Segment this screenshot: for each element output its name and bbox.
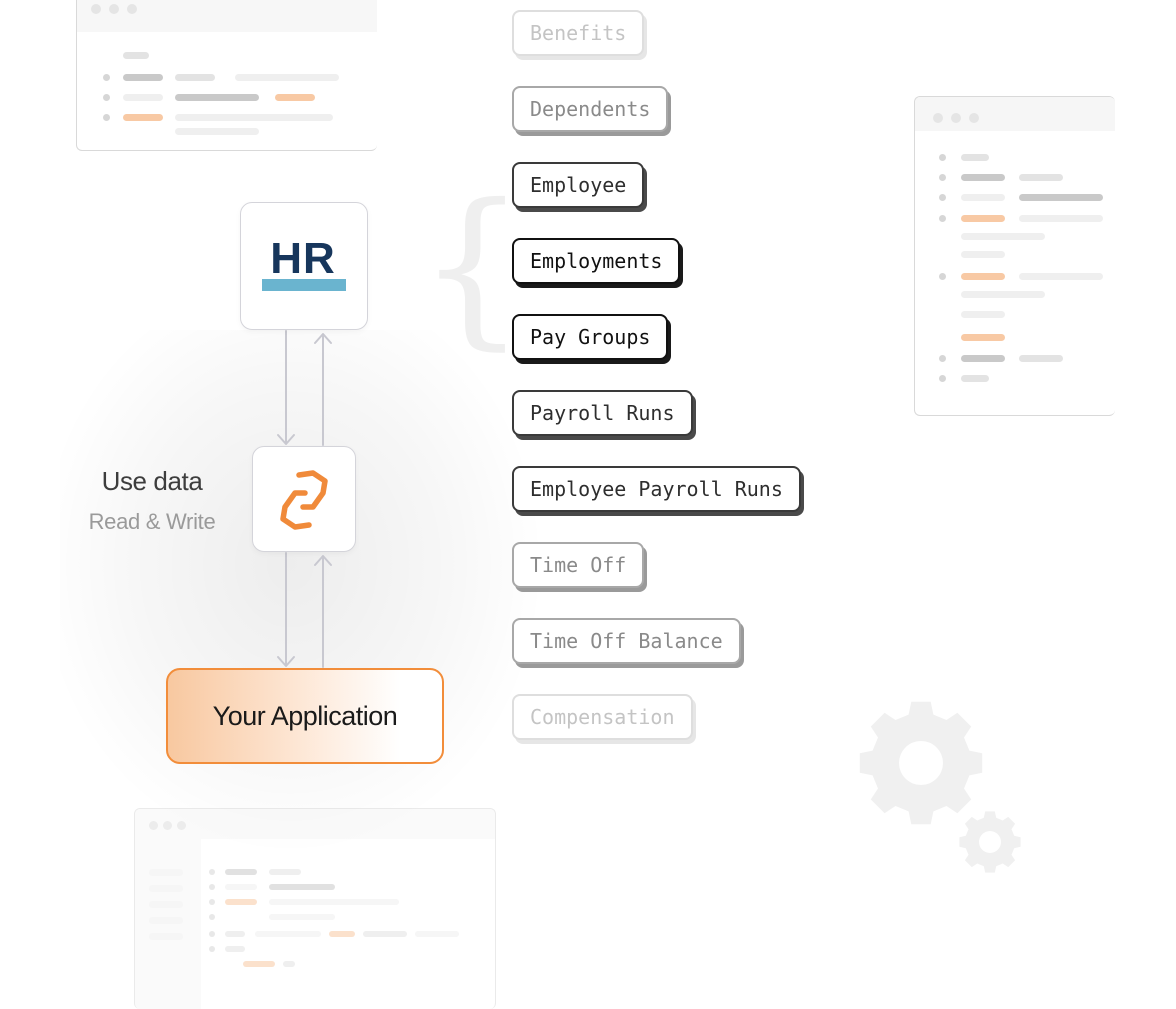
hr-logo-text: HR [270, 234, 336, 283]
gear-icon [859, 701, 1021, 873]
mock-window-bottom [134, 808, 496, 1009]
connector-tile[interactable] [252, 446, 356, 552]
entity-tag[interactable]: Dependents [512, 86, 669, 132]
use-data-title: Use data [101, 466, 203, 496]
entity-tag[interactable]: Employee Payroll Runs [512, 466, 801, 512]
your-application-box[interactable]: Your Application [166, 668, 444, 764]
hr-logo: HR [262, 234, 346, 291]
use-data-subtitle: Read & Write [88, 509, 216, 534]
hr-source-tile[interactable]: HR [240, 202, 368, 330]
your-application-label: Your Application [212, 700, 398, 731]
entity-tag[interactable]: Time Off [512, 542, 645, 588]
entity-tag[interactable]: Time Off Balance [512, 618, 741, 664]
hr-logo-bar [262, 279, 346, 291]
linked-hexagons-icon [280, 470, 328, 530]
entity-tag[interactable]: Employments [512, 238, 681, 284]
mock-window-right [914, 96, 1115, 416]
entity-tag[interactable]: Benefits [512, 10, 645, 56]
curly-brace-decoration: { [418, 168, 527, 366]
entity-tag[interactable]: Employee [512, 162, 645, 208]
mock-window-top-left [76, 0, 377, 151]
entity-tag[interactable]: Pay Groups [512, 314, 669, 360]
entity-tag[interactable]: Payroll Runs [512, 390, 693, 436]
entity-tag[interactable]: Compensation [512, 694, 693, 740]
